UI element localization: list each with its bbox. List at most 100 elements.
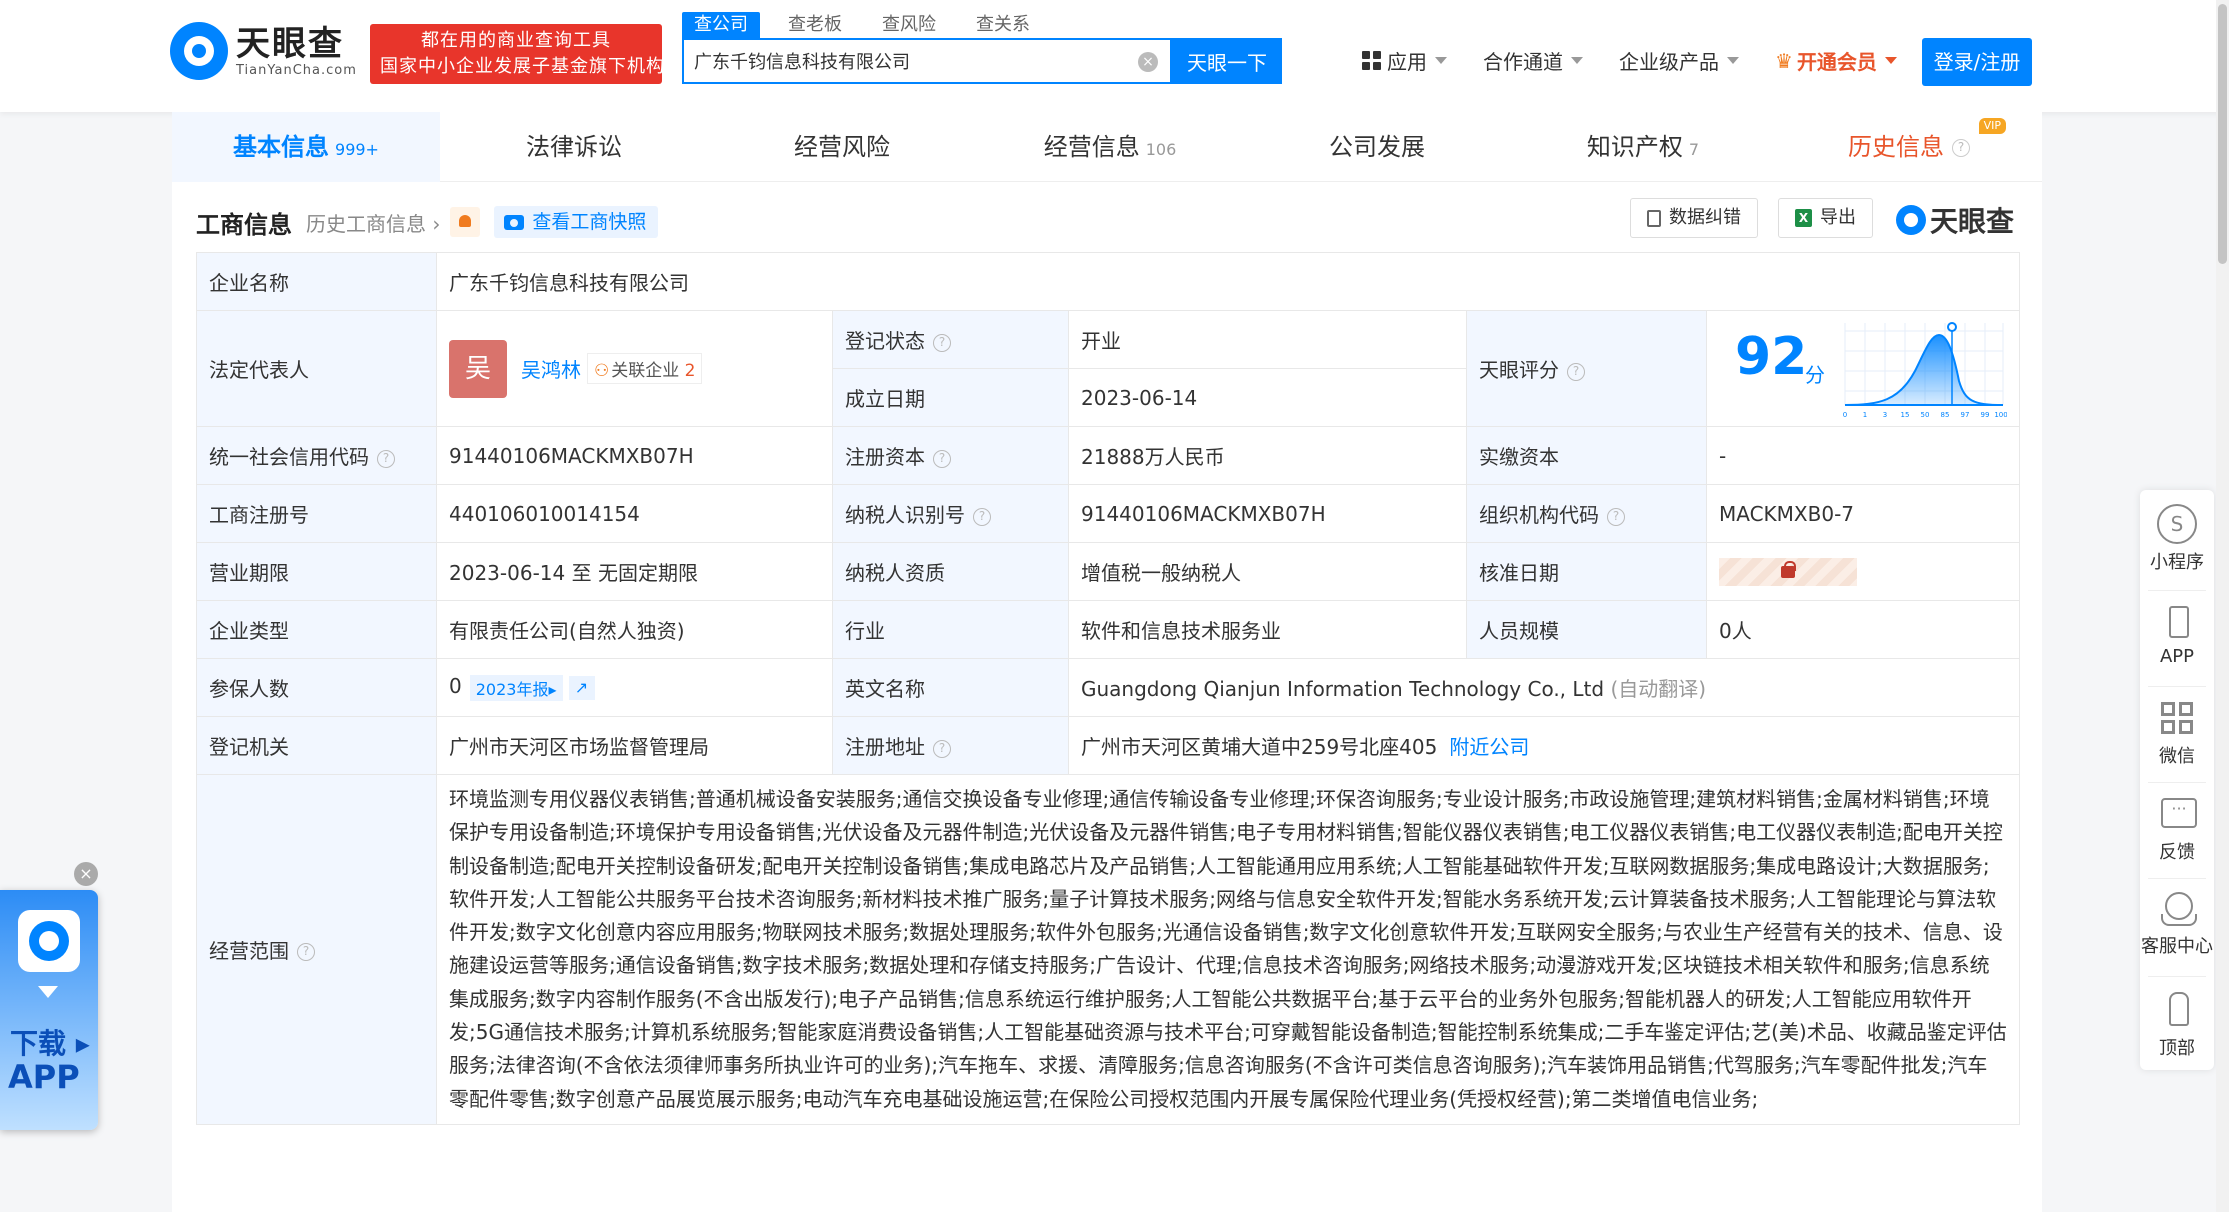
- side-back-to-top[interactable]: 顶部: [2140, 990, 2214, 1060]
- score-cell[interactable]: 92 分 0 1 3 15 50 85 97 99 100: [1706, 310, 2020, 427]
- history-info-link[interactable]: 历史工商信息 ›: [306, 208, 440, 237]
- company-tabs: 基本信息 999+ 法律诉讼 经营风险 经营信息 106 公司发展 知识产权 7 历史…: [172, 112, 2042, 182]
- table-row: 法定代表人 吴吴鸿林⚇关联企业 2 登记状态? 开业 天眼评分? 92 分: [196, 310, 2020, 427]
- found-date-value: 2023-06-14: [1068, 368, 1467, 427]
- table-row: 参保人数 0 2023年报▸ ↗ 英文名称 Guangdong Qianjun In…: [196, 658, 2020, 717]
- clear-icon[interactable]: ×: [1138, 52, 1158, 72]
- nav-apps[interactable]: 应用: [1362, 46, 1447, 75]
- annual-report-tag[interactable]: 2023年报▸: [469, 674, 563, 701]
- help-icon[interactable]: ?: [933, 449, 951, 468]
- search-button[interactable]: 天眼一下: [1172, 38, 1282, 84]
- company-name-value: 广东千钧信息科技有限公司: [436, 252, 2020, 311]
- data-correct-button[interactable]: 数据纠错: [1630, 198, 1758, 238]
- search-type-tabs: 查公司 查老板 查风险 查关系: [682, 12, 1058, 38]
- search-box: ×: [682, 38, 1172, 84]
- credit-code-label: 统一社会信用代码?: [196, 426, 437, 485]
- help-icon[interactable]: ?: [1607, 507, 1625, 526]
- feedback-icon: [2157, 794, 2197, 834]
- search-tab-risk[interactable]: 查风险: [870, 12, 948, 38]
- authority-value: 广州市天河区市场监督管理局: [436, 716, 833, 775]
- side-toolbar: 小程序 APP 微信 反馈 客服中心 顶部: [2140, 490, 2214, 1070]
- tax-qual-value: 增值税一般纳税人: [1068, 542, 1467, 601]
- address-label: 注册地址?: [832, 716, 1069, 775]
- score-distribution-chart: 0 1 3 15 50 85 97 99 100: [1843, 322, 2007, 419]
- avatar[interactable]: 吴: [449, 339, 507, 398]
- english-name-value: Guangdong Qianjun Information Technology…: [1081, 677, 1605, 701]
- legal-rep-cell: 吴吴鸿林 ⚇ 关联企业 2: [436, 310, 833, 427]
- side-service[interactable]: 客服中心: [2140, 888, 2214, 958]
- axis-tick: 15: [1901, 411, 1910, 419]
- phone-icon: [2157, 602, 2197, 642]
- help-icon[interactable]: ?: [297, 943, 315, 962]
- close-icon[interactable]: ×: [74, 862, 98, 886]
- tab-operation[interactable]: 经营信息 106: [976, 112, 1244, 182]
- english-name-cell: Guangdong Qianjun Information Technology…: [1068, 658, 2020, 717]
- rocket-icon: [2157, 990, 2197, 1030]
- approve-date-label: 核准日期: [1466, 542, 1707, 601]
- company-name-label: 企业名称: [196, 252, 437, 311]
- main-content: 基本信息 999+ 法律诉讼 经营风险 经营信息 106 公司发展 知识产权 7 历史…: [172, 112, 2042, 1212]
- download-arrow-icon: [38, 986, 58, 998]
- tab-history[interactable]: 历史信息? VIP: [1776, 112, 2042, 182]
- snapshot-button[interactable]: 查看工商快照: [494, 206, 659, 238]
- address-cell: 广州市天河区黄埔大道中259号北座405 附近公司: [1068, 716, 2020, 775]
- related-company-tag[interactable]: ⚇ 关联企业 2: [587, 353, 703, 384]
- axis-tick: 100: [1994, 411, 2007, 419]
- authority-label: 登记机关: [196, 716, 437, 775]
- reg-capital-label: 注册资本?: [832, 426, 1069, 485]
- app-label: APP: [8, 1058, 80, 1096]
- reg-no-label: 工商注册号: [196, 484, 437, 543]
- lock-icon[interactable]: [1719, 557, 1857, 586]
- help-icon: ?: [1952, 139, 1970, 157]
- tab-basic-info[interactable]: 基本信息 999+: [172, 112, 440, 182]
- help-icon[interactable]: ?: [377, 449, 395, 468]
- logo-domain: TianYanCha.com: [236, 62, 357, 78]
- search-tab-relation[interactable]: 查关系: [964, 12, 1042, 38]
- business-info-table: 企业名称 广东千钧信息科技有限公司 法定代表人 吴吴鸿林 ⚇ 关联企业 2 登记状态…: [196, 252, 2020, 1125]
- search-tab-boss[interactable]: 查老板: [776, 12, 854, 38]
- tab-legal[interactable]: 法律诉讼: [440, 112, 708, 182]
- legal-rep-label: 法定代表人: [196, 310, 437, 427]
- download-app-widget[interactable]: 下载 ▸ APP: [0, 890, 98, 1130]
- org-code-value: MACKMXB0-7: [1706, 484, 2020, 543]
- export-button[interactable]: X 导出: [1778, 198, 1873, 238]
- auto-translate-note: (自动翻译): [1610, 677, 1707, 701]
- nav-cooperation[interactable]: 合作通道: [1483, 46, 1583, 75]
- axis-tick: 1: [1863, 411, 1867, 419]
- side-mini-program[interactable]: 小程序: [2140, 504, 2214, 574]
- slogan-banner: 都在用的商业查询工具 国家中小企业发展子基金旗下机构: [370, 24, 664, 84]
- help-icon[interactable]: ?: [1567, 362, 1585, 381]
- nav-vip[interactable]: ♛ 开通会员: [1775, 46, 1897, 75]
- search-tab-company[interactable]: 查公司: [682, 12, 760, 38]
- tab-ip[interactable]: 知识产权 7: [1510, 112, 1776, 182]
- tab-development[interactable]: 公司发展: [1244, 112, 1510, 182]
- help-icon[interactable]: ?: [933, 333, 951, 352]
- tax-qual-label: 纳税人资质: [832, 542, 1069, 601]
- side-app[interactable]: APP: [2140, 602, 2214, 667]
- site-logo[interactable]: 天眼查 TianYanCha.com: [170, 22, 357, 80]
- address-value: 广州市天河区黄埔大道中259号北座405: [1081, 735, 1438, 759]
- table-row: 企业名称 广东千钧信息科技有限公司: [196, 252, 2020, 311]
- scrollbar-thumb[interactable]: [2218, 4, 2227, 264]
- nearby-company-link[interactable]: 附近公司: [1449, 735, 1529, 759]
- help-icon[interactable]: ?: [933, 739, 951, 758]
- search-input[interactable]: [694, 40, 1124, 82]
- axis-tick: 85: [1941, 411, 1950, 419]
- axis-tick: 3: [1883, 411, 1887, 419]
- tab-risk[interactable]: 经营风险: [708, 112, 976, 182]
- table-row: 经营范围? 环境监测专用仪器仪表销售;普通机械设备安装服务;通信交换设备专业修理…: [196, 774, 2020, 1125]
- side-wechat[interactable]: 微信: [2140, 698, 2214, 768]
- paid-capital-label: 实缴资本: [1466, 426, 1707, 485]
- table-row: 统一社会信用代码? 91440106MACKMXB07H 注册资本? 21888…: [196, 426, 2020, 485]
- help-icon[interactable]: ?: [973, 507, 991, 526]
- term-label: 营业期限: [196, 542, 437, 601]
- trend-chart-icon[interactable]: ↗: [568, 675, 595, 700]
- nav-enterprise[interactable]: 企业级产品: [1619, 46, 1739, 75]
- axis-tick: 99: [1981, 411, 1990, 419]
- customer-service-icon: [2157, 888, 2197, 928]
- taxpayer-id-value: 91440106MACKMXB07H: [1068, 484, 1467, 543]
- side-feedback[interactable]: 反馈: [2140, 794, 2214, 864]
- login-button[interactable]: 登录/注册: [1922, 38, 2032, 86]
- legal-rep-name[interactable]: 吴鸿林: [521, 358, 581, 382]
- bell-icon[interactable]: [450, 207, 481, 237]
